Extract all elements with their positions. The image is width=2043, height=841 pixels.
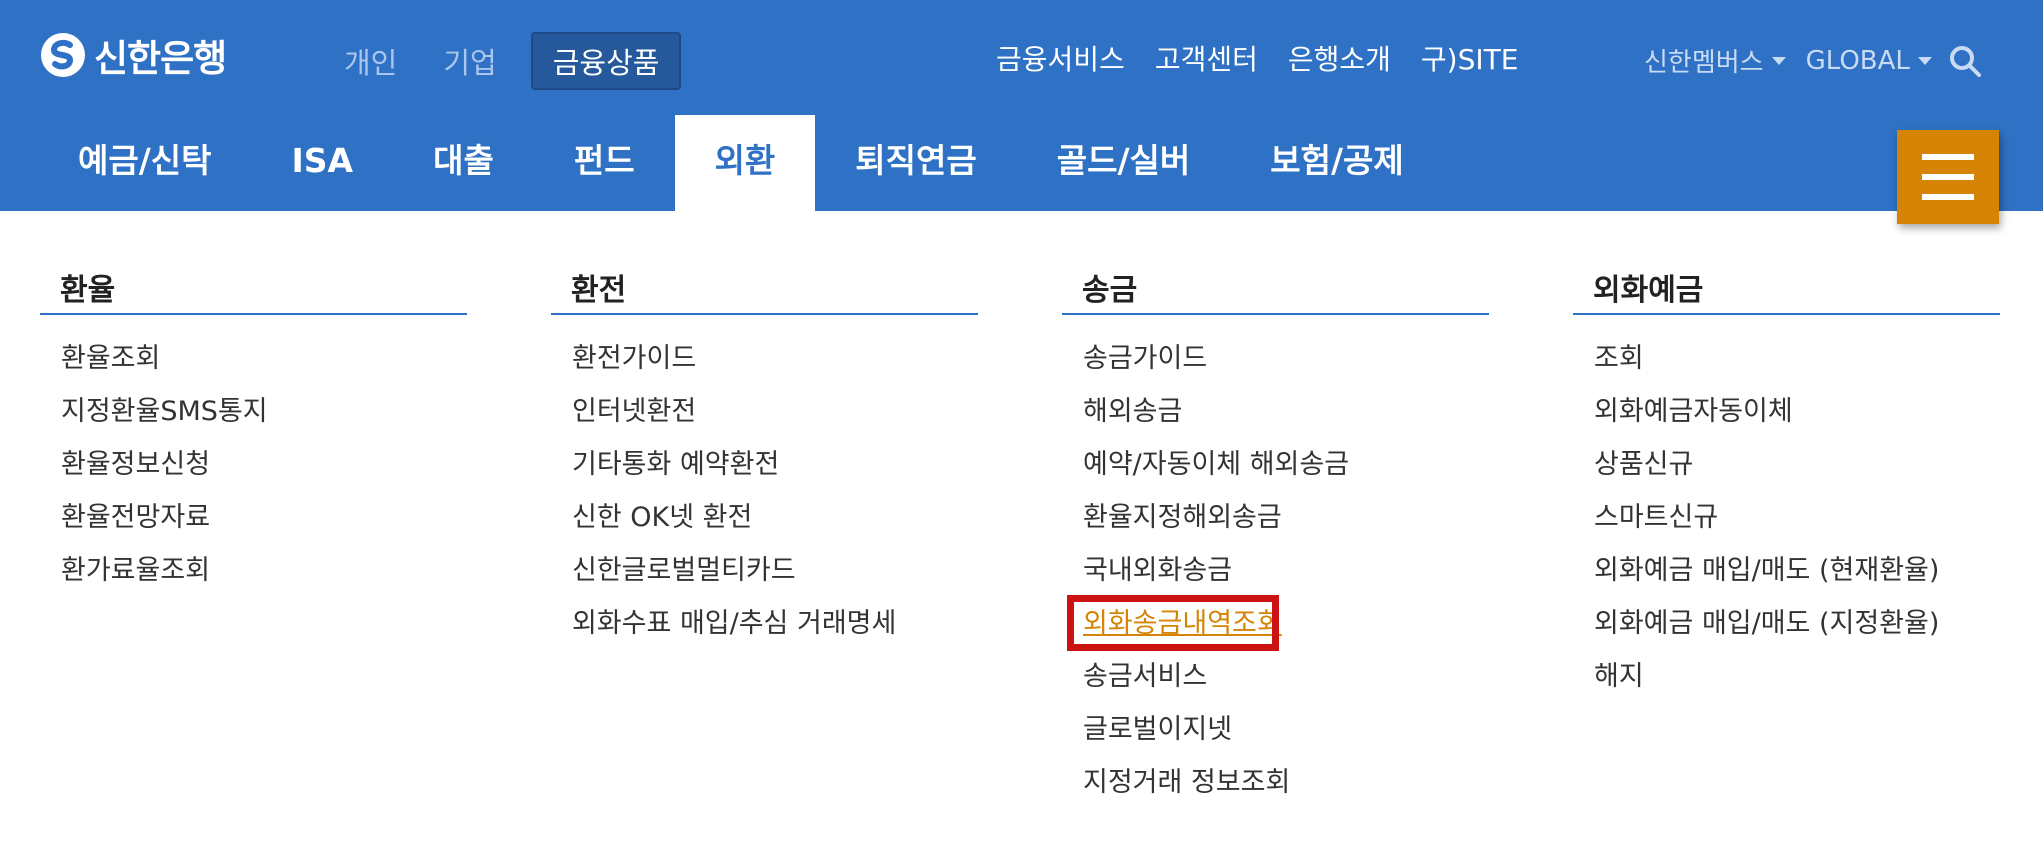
menu-list: 환율조회 지정환율SMS통지 환율정보신청 환율전망자료 환가료율조회 <box>40 332 467 597</box>
menu-list: 환전가이드 인터넷환전 기타통화 예약환전 신한 OK넷 환전 신한글로벌멀티카… <box>551 332 978 650</box>
menu-item[interactable]: 지정거래 정보조회 <box>1083 756 1489 809</box>
menu-item[interactable]: 신한글로벌멀티카드 <box>572 544 978 597</box>
menu-item[interactable]: 스마트신규 <box>1594 491 2000 544</box>
menu-list: 송금가이드 해외송금 예약/자동이체 해외송금 환율지정해외송금 국내외화송금 … <box>1062 332 1489 809</box>
menu-item[interactable]: 상품신규 <box>1594 438 2000 491</box>
utility-links: 금융서비스 고객센터 은행소개 구)SITE <box>996 38 1548 78</box>
members-label: 신한멤버스 <box>1644 48 1764 78</box>
column-title: 환율 <box>40 265 467 315</box>
nav-insurance[interactable]: 보험/공제 <box>1230 115 1444 211</box>
menu-item[interactable]: 송금가이드 <box>1083 332 1489 385</box>
menu-item[interactable]: 환가료율조회 <box>61 544 467 597</box>
global-dropdown[interactable]: GLOBAL <box>1806 46 1932 76</box>
menu-item[interactable]: 송금서비스 <box>1083 650 1489 703</box>
menu-column-foreign-deposit: 외화예금 조회 외화예금자동이체 상품신규 스마트신규 외화예금 매입/매도 (… <box>1573 265 2000 703</box>
menu-item[interactable]: 지정환율SMS통지 <box>61 385 467 438</box>
util-link-customer-center[interactable]: 고객센터 <box>1155 38 1258 78</box>
segment-tab-corporate[interactable]: 기업 <box>431 34 508 88</box>
menu-item[interactable]: 외화예금 매입/매도 (현재환율) <box>1594 544 2000 597</box>
column-title: 송금 <box>1062 265 1489 315</box>
brand-name: 신한은행 <box>94 37 227 80</box>
menu-list: 조회 외화예금자동이체 상품신규 스마트신규 외화예금 매입/매도 (현재환율)… <box>1573 332 2000 703</box>
column-title: 외화예금 <box>1573 265 2000 315</box>
menu-item[interactable]: 환율조회 <box>61 332 467 385</box>
menu-item-label: 외화송금내역조회 <box>1083 608 1282 639</box>
menu-column-currency-exchange: 환전 환전가이드 인터넷환전 기타통화 예약환전 신한 OK넷 환전 신한글로벌… <box>551 265 978 650</box>
main-nav: 예금/신탁 ISA 대출 펀드 외환 퇴직연금 골드/실버 보험/공제 <box>0 115 1444 211</box>
segment-tab-personal[interactable]: 개인 <box>332 34 409 88</box>
chevron-down-icon <box>1917 56 1932 65</box>
shinhan-logo-icon <box>41 33 85 77</box>
customer-segment-tabs: 개인 기업 금융상품 <box>332 32 703 90</box>
nav-foreign-exchange[interactable]: 외환 <box>674 115 816 211</box>
menu-column-exchange-rate: 환율 환율조회 지정환율SMS통지 환율정보신청 환율전망자료 환가료율조회 <box>40 265 467 597</box>
nav-retirement-pension[interactable]: 퇴직연금 <box>815 115 1016 211</box>
menu-item[interactable]: 신한 OK넷 환전 <box>572 491 978 544</box>
menu-item[interactable]: 인터넷환전 <box>572 385 978 438</box>
menu-column-remittance: 송금 송금가이드 해외송금 예약/자동이체 해외송금 환율지정해외송금 국내외화… <box>1062 265 1489 809</box>
nav-gold-silver[interactable]: 골드/실버 <box>1017 115 1231 211</box>
members-dropdown[interactable]: 신한멤버스 <box>1644 42 1786 79</box>
menu-item[interactable]: 외화예금자동이체 <box>1594 385 2000 438</box>
menu-item[interactable]: 외화예금 매입/매도 (지정환율) <box>1594 597 2000 650</box>
nav-deposit-trust[interactable]: 예금/신탁 <box>0 115 252 211</box>
column-title: 환전 <box>551 265 978 315</box>
menu-item[interactable]: 기타통화 예약환전 <box>572 438 978 491</box>
menu-item[interactable]: 외화수표 매입/추심 거래명세 <box>572 597 978 650</box>
nav-fund[interactable]: 펀드 <box>534 115 675 211</box>
menu-item[interactable]: 해외송금 <box>1083 385 1489 438</box>
menu-item[interactable]: 환전가이드 <box>572 332 978 385</box>
menu-item[interactable]: 조회 <box>1594 332 2000 385</box>
menu-item[interactable]: 해지 <box>1594 650 2000 703</box>
menu-item[interactable]: 환율정보신청 <box>61 438 467 491</box>
top-header: 신한은행 개인 기업 금융상품 금융서비스 고객센터 은행소개 구)SITE 신… <box>0 0 2043 211</box>
right-utility-links: 신한멤버스 GLOBAL <box>1644 42 1982 79</box>
menu-item[interactable]: 환율전망자료 <box>61 491 467 544</box>
chevron-down-icon <box>1771 56 1786 65</box>
nav-isa[interactable]: ISA <box>252 115 394 211</box>
util-link-old-site[interactable]: 구)SITE <box>1421 38 1519 78</box>
menu-item[interactable]: 예약/자동이체 해외송금 <box>1083 438 1489 491</box>
menu-item[interactable]: 글로벌이지넷 <box>1083 703 1489 756</box>
util-link-bank-intro[interactable]: 은행소개 <box>1288 38 1391 78</box>
menu-item[interactable]: 국내외화송금 <box>1083 544 1489 597</box>
menu-item[interactable]: 환율지정해외송금 <box>1083 491 1489 544</box>
brand-logo[interactable]: 신한은행 <box>40 28 227 82</box>
global-label: GLOBAL <box>1805 45 1910 76</box>
segment-tab-financial-products[interactable]: 금융상품 <box>530 32 682 90</box>
util-link-financial-services[interactable]: 금융서비스 <box>996 38 1125 78</box>
hamburger-menu-button[interactable] <box>1897 130 1999 224</box>
menu-item-remittance-history-highlighted[interactable]: 외화송금내역조회 <box>1067 595 1489 651</box>
nav-loan[interactable]: 대출 <box>393 115 534 211</box>
search-icon[interactable] <box>1948 44 1982 78</box>
